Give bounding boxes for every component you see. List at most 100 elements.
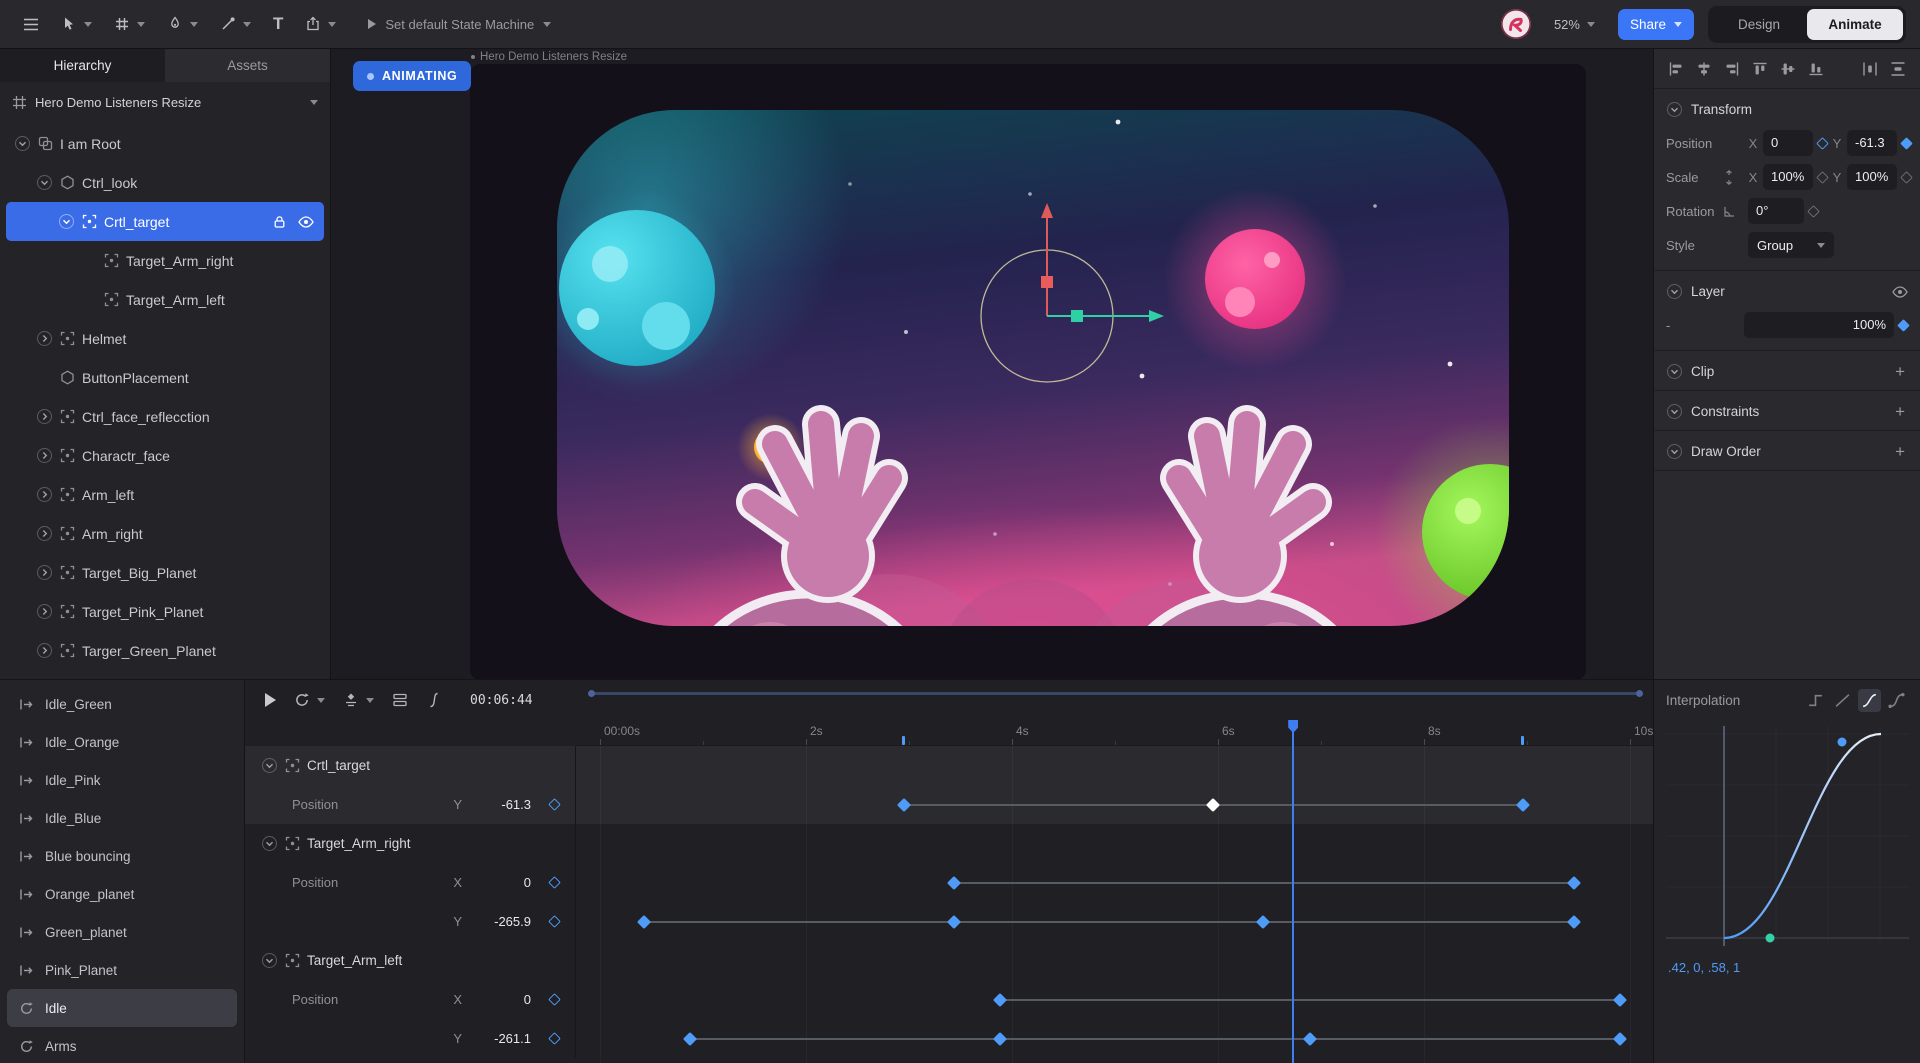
expand-caret-icon[interactable] [36, 174, 53, 191]
expand-caret-icon[interactable] [36, 525, 53, 542]
scale-y-input[interactable]: 100% [1847, 164, 1897, 190]
layer-opacity-input[interactable]: 100% [1744, 312, 1894, 338]
timeline-row-target-arm-left-x[interactable]: Position X 0 [245, 980, 1653, 1019]
transform-section-header[interactable]: Transform [1654, 91, 1920, 126]
tree-item-i-am-root[interactable]: I am Root [6, 124, 324, 163]
keyframe-toggle[interactable] [548, 876, 561, 889]
scale-link-icon[interactable] [1723, 169, 1743, 185]
distribute-v-button[interactable] [1888, 59, 1908, 79]
rotation-input[interactable]: 0° [1748, 198, 1804, 224]
loop-mode-button[interactable] [288, 687, 331, 713]
expand-caret-icon[interactable] [36, 330, 53, 347]
expand-caret-icon[interactable] [36, 408, 53, 425]
tree-item-target-big-planet[interactable]: Target_Big_Planet [6, 553, 324, 592]
expand-caret-icon[interactable] [14, 135, 31, 152]
keyframe-selected[interactable] [1205, 797, 1220, 812]
keyframe[interactable] [947, 914, 962, 929]
keyed-properties-filter-button[interactable] [337, 687, 380, 713]
keyframe[interactable] [1302, 1031, 1317, 1046]
distribute-h-button[interactable] [1860, 59, 1880, 79]
tree-item-charactr-face[interactable]: Charactr_face [6, 436, 324, 475]
property-value[interactable]: -61.3 [477, 797, 531, 812]
animation-item-idle-pink[interactable]: Idle_Pink [7, 761, 237, 799]
keyframe[interactable] [1256, 914, 1271, 929]
tree-item-target-arm-right[interactable]: Target_Arm_right [6, 241, 324, 280]
keyframe[interactable] [1612, 992, 1627, 1007]
timeline-row-target-arm-right-x[interactable]: Position X 0 [245, 863, 1653, 902]
expand-caret-icon[interactable] [261, 952, 278, 969]
property-value[interactable]: 0 [477, 992, 531, 1007]
cubic-bezier-values[interactable]: .42, 0, .58, 1 [1666, 952, 1908, 983]
keyframe-toggle[interactable] [548, 915, 561, 928]
scale-x-input[interactable]: 100% [1763, 164, 1813, 190]
animation-item-arms[interactable]: Arms [7, 1027, 237, 1063]
align-top-button[interactable] [1750, 59, 1770, 79]
artboard-label[interactable]: Hero Demo Listeners Resize [471, 51, 627, 63]
text-tool-button[interactable]: T [264, 9, 292, 39]
style-dropdown[interactable]: Group [1748, 232, 1834, 258]
animation-item-idle-orange[interactable]: Idle_Orange [7, 723, 237, 761]
keyframe[interactable] [1515, 797, 1530, 812]
avatar[interactable] [1500, 9, 1531, 39]
property-value[interactable]: 0 [477, 875, 531, 890]
tree-item-target-arm-left[interactable]: Target_Arm_left [6, 280, 324, 319]
expand-caret-icon[interactable] [58, 213, 75, 230]
timeline-row-crtl-target-y[interactable]: Position Y -61.3 [245, 785, 1653, 824]
layer-section-header[interactable]: Layer [1654, 273, 1920, 308]
design-mode-button[interactable]: Design [1711, 9, 1807, 40]
timeline-track-crtl-target[interactable]: Crtl_target [245, 746, 1653, 785]
tree-item-target-pink-planet[interactable]: Target_Pink_Planet [6, 592, 324, 631]
interpolation-mode-button[interactable] [420, 687, 448, 713]
keyframe[interactable] [637, 914, 652, 929]
playhead[interactable] [1288, 720, 1299, 1063]
layer-opacity-keyframe-button[interactable] [1897, 318, 1910, 332]
add-clip-button[interactable]: + [1895, 363, 1908, 380]
tree-item-crtl-target[interactable]: Crtl_target [6, 202, 324, 241]
add-constraint-button[interactable]: + [1895, 403, 1908, 420]
interp-cubic-button[interactable] [1858, 688, 1881, 712]
timeline-row-target-arm-left-y[interactable]: Y -261.1 [245, 1019, 1653, 1058]
pen-tool-button[interactable] [158, 8, 207, 40]
animation-item-orange-planet[interactable]: Orange_planet [7, 875, 237, 913]
align-left-button[interactable] [1666, 59, 1686, 79]
select-tool-button[interactable] [52, 8, 101, 40]
tree-item-arm-right[interactable]: Arm_right [6, 514, 324, 553]
expand-caret-icon[interactable] [36, 564, 53, 581]
align-right-button[interactable] [1722, 59, 1742, 79]
zoom-control[interactable]: 52% [1545, 9, 1604, 40]
state-machine-selector[interactable]: Set default State Machine [359, 9, 560, 40]
keyframe[interactable] [1567, 914, 1582, 929]
tree-item-arm-left[interactable]: Arm_left [6, 475, 324, 514]
position-x-keyframe-button[interactable] [1816, 136, 1829, 150]
ruler-keyframe-marker[interactable] [1521, 736, 1525, 745]
bezier-handle-green[interactable] [1765, 933, 1775, 943]
position-x-input[interactable]: 0 [1763, 130, 1813, 156]
scale-y-keyframe-button[interactable] [1900, 170, 1913, 184]
layer-visibility-eye-icon[interactable] [1892, 285, 1908, 298]
expand-caret-icon[interactable] [36, 642, 53, 659]
timeline-ruler[interactable]: 00:00s 2s 4s 6s 8s 10s [576, 720, 1653, 746]
keyframe[interactable] [1612, 1031, 1627, 1046]
expand-caret-icon[interactable] [36, 486, 53, 503]
timeline-track-target-arm-right[interactable]: Target_Arm_right [245, 824, 1653, 863]
artboard-tool-button[interactable] [105, 8, 154, 40]
draw-order-section-header[interactable]: Draw Order + [1654, 433, 1920, 468]
ruler-keyframe-marker[interactable] [902, 736, 906, 745]
canvas-stage[interactable]: Hero Demo Listeners Resize ANIMATING [331, 49, 1653, 679]
align-center-h-button[interactable] [1694, 59, 1714, 79]
timeline-row-target-arm-right-y[interactable]: Y -265.9 [245, 902, 1653, 941]
keyframe-toggle[interactable] [548, 798, 561, 811]
align-middle-button[interactable] [1778, 59, 1798, 79]
position-y-keyframe-button[interactable] [1900, 136, 1913, 150]
keyframe[interactable] [896, 797, 911, 812]
interp-hold-button[interactable] [1804, 689, 1827, 712]
keyframe-toggle[interactable] [548, 1032, 561, 1045]
tree-item-ctrl-face-reflecction[interactable]: Ctrl_face_reflecction [6, 397, 324, 436]
workspace-options-button[interactable] [386, 687, 414, 713]
artboard-tree-item[interactable]: Hero Demo Listeners Resize [0, 82, 330, 122]
keyframe[interactable] [992, 992, 1007, 1007]
bezier-handle-blue[interactable] [1837, 737, 1847, 747]
tab-hierarchy[interactable]: Hierarchy [0, 49, 165, 82]
tree-item-helmet[interactable]: Helmet [6, 319, 324, 358]
visibility-eye-icon[interactable] [298, 215, 314, 228]
